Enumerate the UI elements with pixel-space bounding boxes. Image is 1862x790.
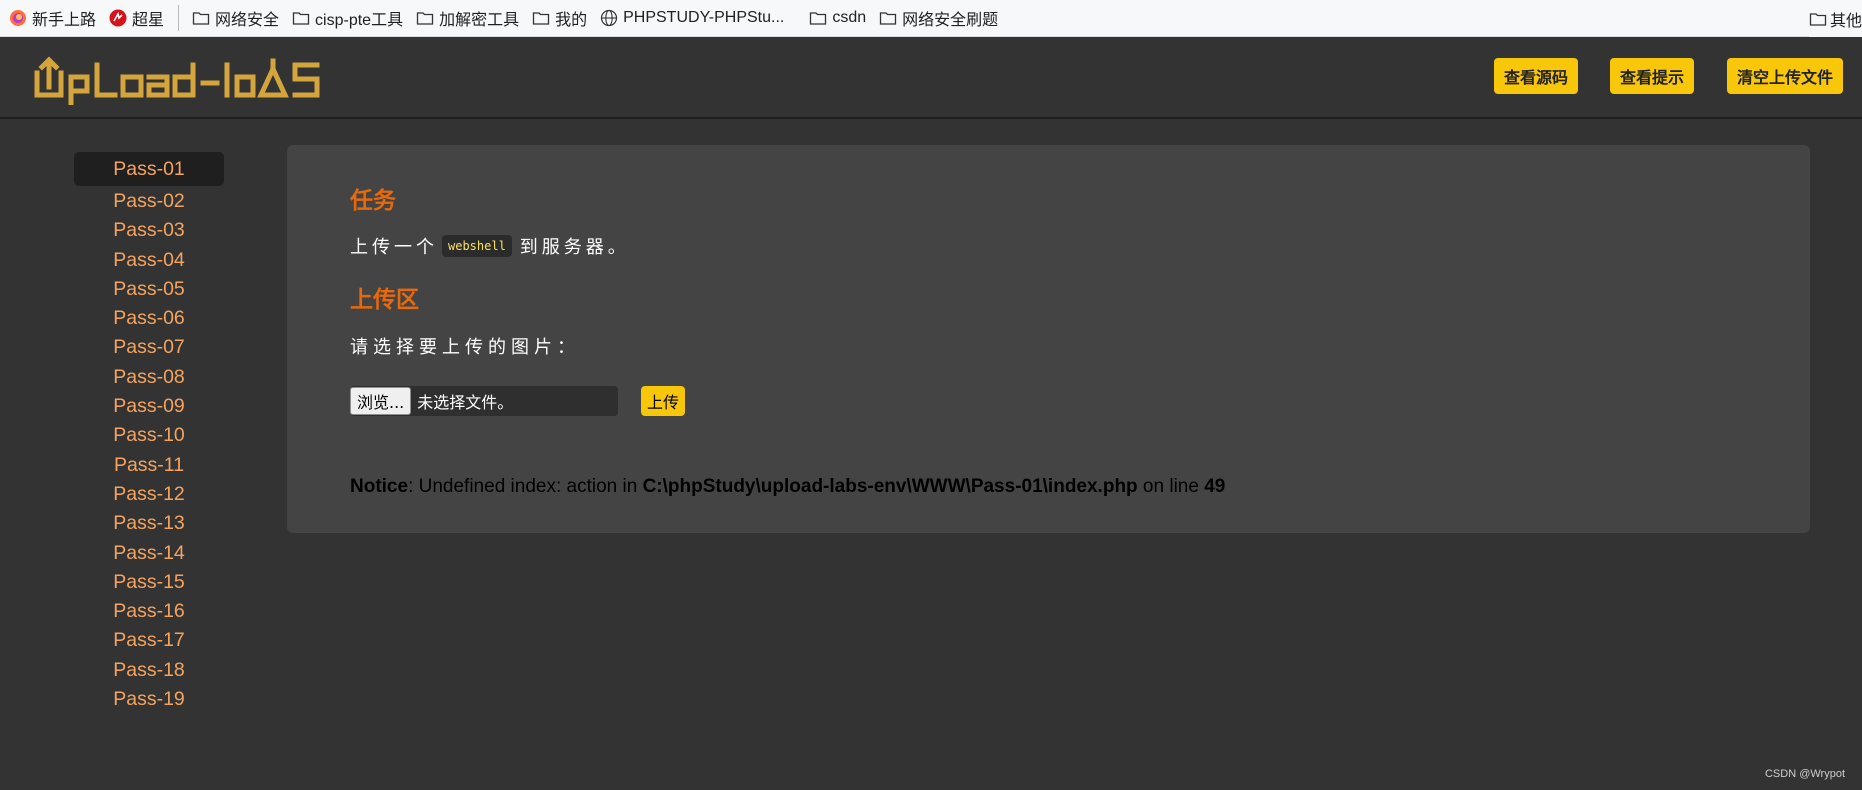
sidebar-item-pass-09[interactable]: Pass-09 <box>74 391 224 420</box>
upload-button[interactable]: 上传 <box>641 386 686 416</box>
sidebar-item-pass-10[interactable]: Pass-10 <box>74 420 224 449</box>
bookmark-label: csdn <box>832 9 867 26</box>
bookmark-phpstudy[interactable]: PHPSTUDY-PHPStu... <box>595 4 789 32</box>
folder-icon <box>416 12 434 25</box>
task-code: webshell <box>442 235 512 257</box>
file-status: 未选择文件。 <box>417 393 514 412</box>
notice-path: C:\phpStudy\upload-labs-env\WWW\Pass-01\… <box>642 476 1138 497</box>
sidebar-item-pass-05[interactable]: Pass-05 <box>74 274 224 303</box>
upload-heading: 上传区 <box>350 287 419 313</box>
bookmark-folder-csdn[interactable]: csdn <box>804 4 871 32</box>
bookmark-label: cisp-pte工具 <box>315 12 404 29</box>
sidebar-item-pass-12[interactable]: Pass-12 <box>74 479 224 508</box>
task-description: 上传一个 webshell 到服务器。 <box>350 233 630 259</box>
sidebar-item-pass-06[interactable]: Pass-06 <box>74 303 224 332</box>
bookmark-label: 加解密工具 <box>439 12 520 29</box>
sidebar-item-pass-01[interactable]: Pass-01 <box>74 152 224 186</box>
bookmark-folder-shuati[interactable]: 网络安全刷题 <box>874 4 1003 32</box>
bookmark-folder-wode[interactable]: 我的 <box>527 4 592 32</box>
clear-uploads-button[interactable]: 清空上传文件 <box>1727 58 1844 94</box>
chaoxing-icon <box>109 9 127 27</box>
bookmark-folder-wangluoanquan[interactable]: 网络安全 <box>187 4 284 32</box>
folder-icon <box>532 12 550 25</box>
sidebar-item-pass-04[interactable]: Pass-04 <box>74 245 224 274</box>
view-hint-button[interactable]: 查看提示 <box>1610 58 1695 94</box>
notice-label: Notice <box>350 476 409 497</box>
bookmark-xinshou[interactable]: 新手上路 <box>4 4 101 32</box>
notice-line-text: on line <box>1137 476 1205 497</box>
task-suffix: 到服务器。 <box>519 237 630 258</box>
bookmark-chaoxing[interactable]: 超星 <box>104 4 169 32</box>
bookmark-separator <box>178 5 180 31</box>
sidebar-item-pass-08[interactable]: Pass-08 <box>74 362 224 391</box>
sidebar-item-pass-11[interactable]: Pass-11 <box>74 450 224 479</box>
bookmark-label: 网络安全 <box>215 12 280 29</box>
sidebar-item-pass-18[interactable]: Pass-18 <box>74 655 224 684</box>
sidebar-item-pass-14[interactable]: Pass-14 <box>74 538 224 567</box>
sidebar-item-pass-02[interactable]: Pass-02 <box>74 186 224 215</box>
folder-icon <box>192 12 210 25</box>
task-prefix: 上传一个 <box>350 237 438 258</box>
view-source-button[interactable]: 查看源码 <box>1494 58 1579 94</box>
globe-icon <box>601 9 618 27</box>
bookmark-folder-cisp-pte[interactable]: cisp-pte工具 <box>287 4 408 32</box>
upload-prompt: 请选择要上传的图片： <box>350 337 580 358</box>
bookmark-label: PHPSTUDY-PHPStu... <box>623 9 785 26</box>
bookmark-label: 新手上路 <box>32 12 97 29</box>
main-panel: 任务 上传一个 webshell 到服务器。 上传区 请选择要上传的图片： 浏览… <box>287 145 1810 533</box>
upload-labs-logo <box>34 56 320 105</box>
bookmark-folder-jiajiemi[interactable]: 加解密工具 <box>411 4 524 32</box>
site-header: 查看源码 查看提示 清空上传文件 <box>0 37 1862 119</box>
firefox-icon <box>10 10 26 26</box>
notice-message: : Undefined index: action in <box>408 476 643 497</box>
pass-sidebar: Pass-01 Pass-02 Pass-03 Pass-04 Pass-05 Pass-… <box>74 152 224 713</box>
notice-line-number: 49 <box>1204 476 1226 497</box>
bookmarks-bar: 新手上路 超星 网络安全 cisp-pte工具 加解密工具 我的 PHPSTUD… <box>0 0 1862 37</box>
folder-icon <box>292 12 310 25</box>
sidebar-item-pass-17[interactable]: Pass-17 <box>74 625 224 654</box>
folder-icon <box>1809 12 1827 26</box>
bookmark-label: 其他 <box>1829 12 1862 30</box>
sidebar-item-pass-13[interactable]: Pass-13 <box>74 508 224 537</box>
file-input[interactable]: 浏览... 未选择文件。 <box>350 386 618 416</box>
folder-icon <box>879 12 897 25</box>
sidebar-item-pass-07[interactable]: Pass-07 <box>74 332 224 361</box>
folder-icon <box>810 12 827 25</box>
sidebar-item-pass-16[interactable]: Pass-16 <box>74 596 224 625</box>
bookmark-label: 我的 <box>555 12 588 29</box>
bookmark-other[interactable]: 其他 <box>1808 0 1862 37</box>
bookmark-label: 网络安全刷题 <box>902 12 999 29</box>
sidebar-item-pass-15[interactable]: Pass-15 <box>74 567 224 596</box>
bookmark-label: 超星 <box>132 12 165 29</box>
sidebar-item-pass-19[interactable]: Pass-19 <box>74 684 224 713</box>
php-notice: Notice: Undefined index: action in C:\ph… <box>350 476 1225 498</box>
task-heading: 任务 <box>350 188 396 214</box>
sidebar-item-pass-03[interactable]: Pass-03 <box>74 215 224 244</box>
browse-button[interactable]: 浏览... <box>350 387 412 415</box>
watermark: CSDN @Wrypot <box>1764 768 1845 780</box>
